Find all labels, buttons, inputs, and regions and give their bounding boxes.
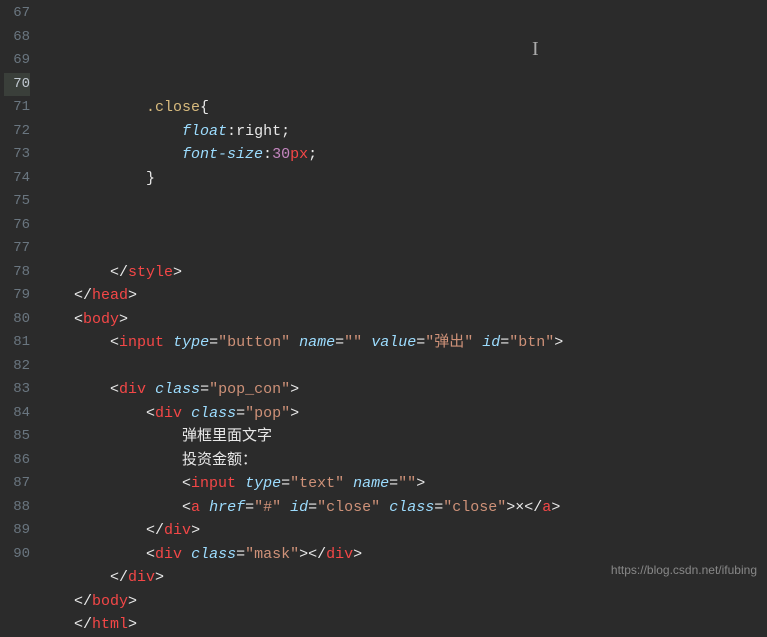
- code-line[interactable]: .close{: [38, 96, 767, 120]
- code-line[interactable]: <a href="#" id="close" class="close">×</…: [38, 496, 767, 520]
- code-line[interactable]: </style>: [38, 261, 767, 285]
- line-number: 81: [4, 331, 30, 355]
- line-number: 75: [4, 190, 30, 214]
- line-number: 89: [4, 519, 30, 543]
- line-number: 68: [4, 26, 30, 50]
- line-number: 71: [4, 96, 30, 120]
- code-line[interactable]: float:right;: [38, 120, 767, 144]
- line-number: 88: [4, 496, 30, 520]
- code-line[interactable]: 弹框里面文字: [38, 425, 767, 449]
- line-number: 70: [4, 73, 30, 97]
- text-cursor-icon: I: [532, 38, 539, 62]
- line-number: 79: [4, 284, 30, 308]
- code-line[interactable]: }: [38, 167, 767, 191]
- code-line[interactable]: [38, 237, 767, 261]
- line-number: 72: [4, 120, 30, 144]
- code-line[interactable]: </body>: [38, 590, 767, 614]
- code-line[interactable]: font-size:30px;: [38, 143, 767, 167]
- code-line[interactable]: [38, 214, 767, 238]
- code-area[interactable]: I .close{ float:right; font-size:30px; }…: [38, 0, 767, 583]
- line-number: 69: [4, 49, 30, 73]
- code-line[interactable]: 投资金额：: [38, 449, 767, 473]
- code-line[interactable]: <div class="pop_con">: [38, 378, 767, 402]
- line-number: 76: [4, 214, 30, 238]
- code-line[interactable]: </html>: [38, 613, 767, 637]
- code-line[interactable]: [38, 355, 767, 379]
- line-number: 77: [4, 237, 30, 261]
- line-number: 73: [4, 143, 30, 167]
- code-line[interactable]: </head>: [38, 284, 767, 308]
- code-line[interactable]: </div>: [38, 519, 767, 543]
- line-number: 84: [4, 402, 30, 426]
- line-number: 87: [4, 472, 30, 496]
- line-gutter: 6768697071727374757677787980818283848586…: [0, 0, 38, 583]
- line-number: 82: [4, 355, 30, 379]
- code-line[interactable]: [38, 190, 767, 214]
- line-number: 90: [4, 543, 30, 567]
- code-line[interactable]: <input type="text" name="">: [38, 472, 767, 496]
- line-number: 85: [4, 425, 30, 449]
- code-editor[interactable]: 6768697071727374757677787980818283848586…: [0, 0, 767, 583]
- line-number: 86: [4, 449, 30, 473]
- code-line[interactable]: <div class="pop">: [38, 402, 767, 426]
- line-number: 74: [4, 167, 30, 191]
- line-number: 83: [4, 378, 30, 402]
- code-line[interactable]: <body>: [38, 308, 767, 332]
- code-line[interactable]: <input type="button" name="" value="弹出" …: [38, 331, 767, 355]
- line-number: 80: [4, 308, 30, 332]
- line-number: 67: [4, 2, 30, 26]
- code-line[interactable]: [38, 73, 767, 97]
- line-number: 78: [4, 261, 30, 285]
- watermark-url: https://blog.csdn.net/ifubing: [611, 563, 757, 577]
